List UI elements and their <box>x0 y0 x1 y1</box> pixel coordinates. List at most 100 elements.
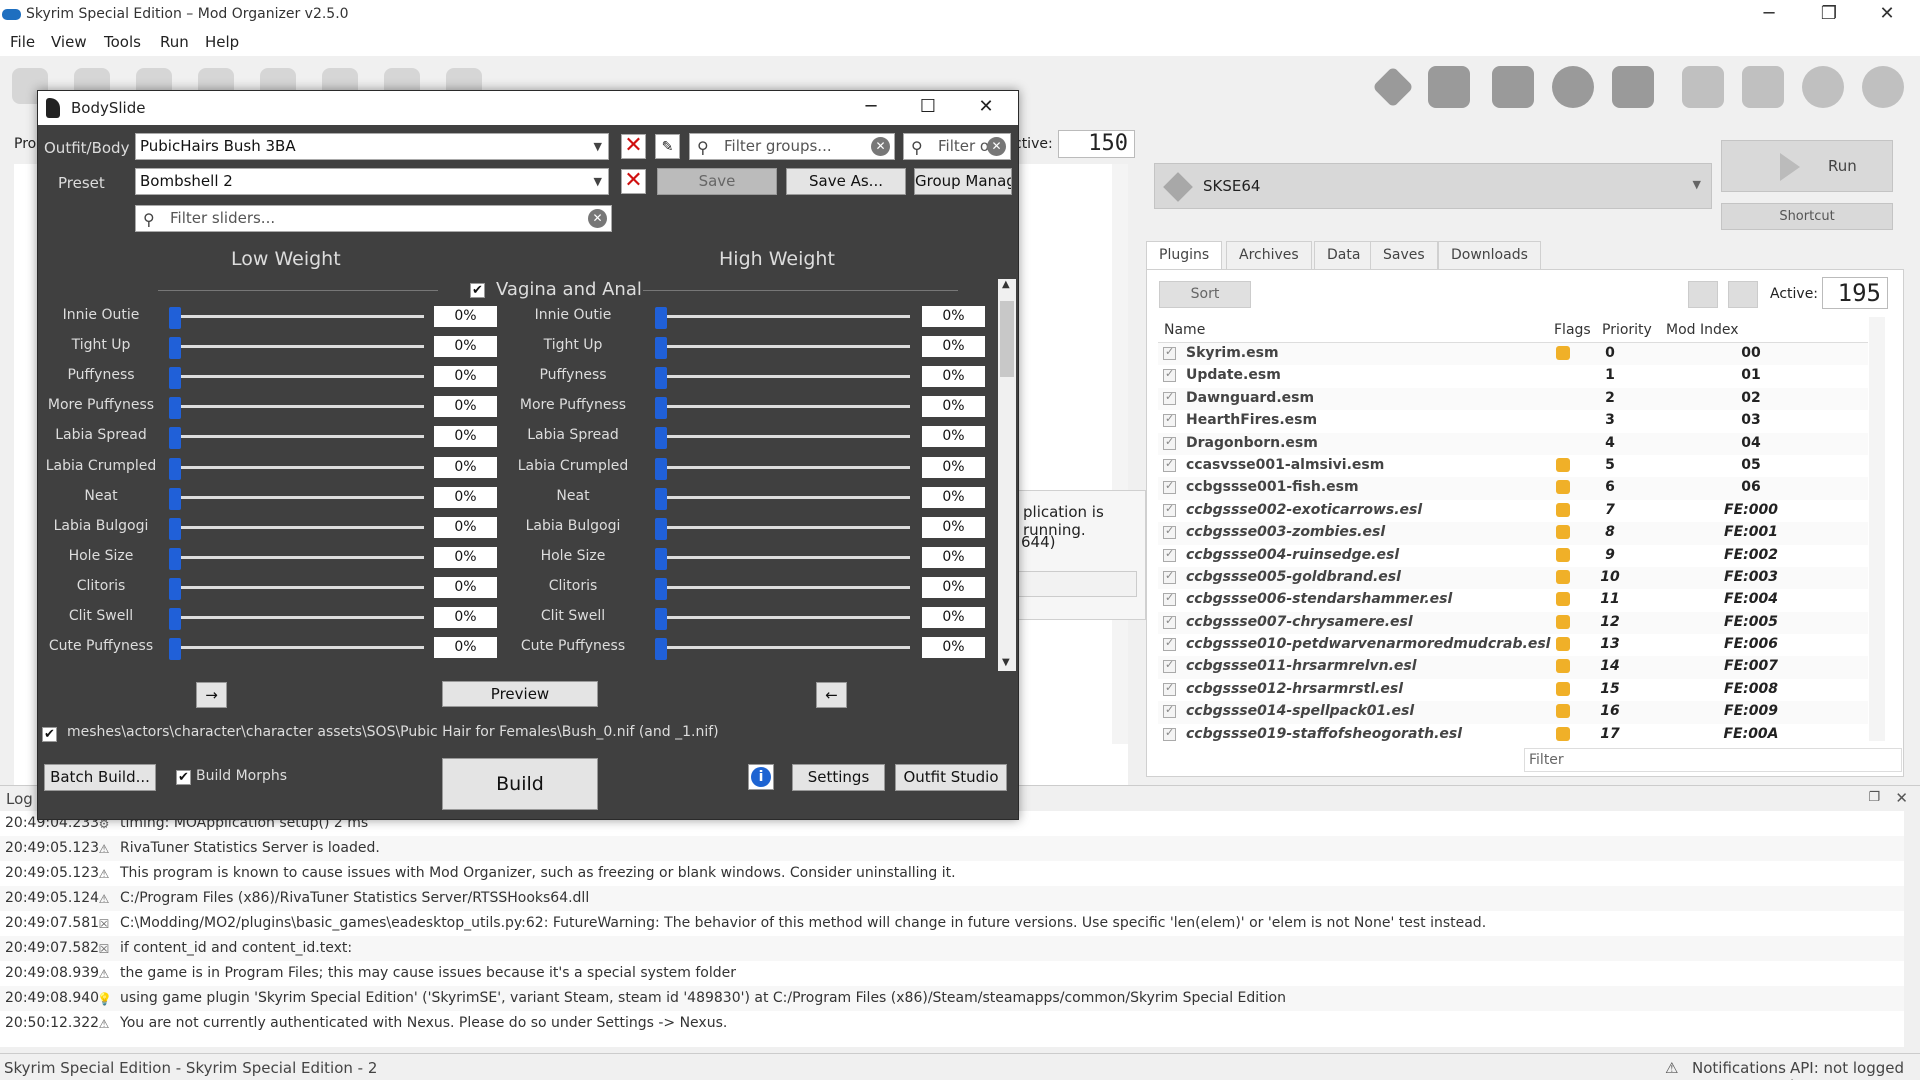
plugin-row[interactable]: ccbgssse011-hrsarmrelvn.esl 14 FE:007 <box>1158 656 1868 679</box>
low-slider-track[interactable] <box>174 405 424 409</box>
chevron-down-icon[interactable]: ▼ <box>1002 657 1010 668</box>
info-icon[interactable]: i <box>748 764 774 790</box>
plugin-checkbox[interactable] <box>1163 367 1176 383</box>
low-slider-thumb[interactable] <box>169 608 181 630</box>
high-slider-track[interactable] <box>660 435 910 439</box>
high-slider-track[interactable] <box>660 525 910 529</box>
high-slider-track[interactable] <box>660 405 910 409</box>
col-priority[interactable]: Priority <box>1602 322 1652 338</box>
high-slider-track[interactable] <box>660 345 910 349</box>
tab-data[interactable]: Data <box>1314 241 1374 269</box>
filter-groups-input[interactable]: ⚲ Filter groups... ✕ <box>689 133 895 160</box>
tab-plugins[interactable]: Plugins <box>1146 241 1223 269</box>
float-icon[interactable]: ❐ <box>1868 790 1880 805</box>
low-value-input[interactable]: 0% <box>434 546 497 568</box>
high-slider-thumb[interactable] <box>655 547 667 570</box>
bs-maximize-icon[interactable]: ☐ <box>898 91 958 125</box>
low-slider-track[interactable] <box>174 646 424 650</box>
menu-help[interactable]: Help <box>205 33 239 51</box>
col-name[interactable]: Name <box>1164 322 1205 338</box>
plugin-checkbox[interactable] <box>1163 390 1176 405</box>
low-slider-track[interactable] <box>174 585 424 589</box>
preview-button[interactable]: Preview <box>442 681 598 707</box>
low-slider-track[interactable] <box>174 616 424 619</box>
low-slider-thumb[interactable] <box>169 367 181 390</box>
low-value-input[interactable]: 0% <box>434 637 497 659</box>
minimize-icon[interactable]: ─ <box>1746 0 1792 30</box>
high-value-input[interactable]: 0% <box>922 456 985 478</box>
settings-button[interactable]: Settings <box>792 764 885 791</box>
plugin-checkbox[interactable] <box>1163 658 1176 674</box>
low-value-input[interactable]: 0% <box>434 516 497 538</box>
plugin-checkbox[interactable] <box>1163 636 1176 652</box>
high-value-input[interactable]: 0% <box>922 516 985 538</box>
high-slider-thumb[interactable] <box>655 517 667 540</box>
copy-left-button[interactable]: ← <box>816 682 847 708</box>
restore-icon[interactable]: ❐ <box>1806 0 1852 30</box>
high-slider-track[interactable] <box>660 616 910 619</box>
status-notifications[interactable]: Notifications <box>1692 1059 1786 1077</box>
plugin-checkbox[interactable] <box>1163 435 1176 450</box>
plugin-row[interactable]: ccbgssse002-exoticarrows.esl 7 FE:000 <box>1158 500 1868 522</box>
low-slider-track[interactable] <box>174 465 424 469</box>
menu-file[interactable]: File <box>10 33 35 51</box>
low-slider-track[interactable] <box>174 525 424 529</box>
high-slider-track[interactable] <box>660 465 910 469</box>
close-icon[interactable]: ✕ <box>1864 0 1910 30</box>
tab-saves[interactable]: Saves <box>1370 241 1438 269</box>
outfit-select[interactable]: PubicHairs Bush 3BA ▼ <box>135 133 609 160</box>
high-slider-track[interactable] <box>660 315 910 318</box>
plugin-row[interactable]: Skyrim.esm000 <box>1158 343 1868 366</box>
plugin-checkbox[interactable] <box>1163 457 1176 472</box>
plugin-row[interactable]: ccbgssse001-fish.esm 6 06 <box>1158 477 1868 500</box>
close-log-icon[interactable]: ✕ <box>1895 789 1908 807</box>
plugin-row[interactable]: Update.esm 1 01 <box>1158 365 1868 387</box>
low-slider-track[interactable] <box>174 435 424 439</box>
copy-right-button[interactable]: → <box>196 682 227 708</box>
fnis-icon[interactable] <box>1428 66 1470 108</box>
delete-preset-icon[interactable]: ✕ <box>621 169 646 194</box>
log-row[interactable]: 20:49:07.581 ☒ C:\Modding/MO2/plugins\basi… <box>0 911 1904 936</box>
log-row[interactable]: 20:49:05.124 ⚠ C:/Program Files (x86)/Riva… <box>0 886 1904 911</box>
plugin-checkbox[interactable] <box>1163 569 1176 584</box>
low-value-input[interactable]: 0% <box>434 486 497 508</box>
scrollbar-thumb[interactable] <box>1000 301 1014 377</box>
low-slider-thumb[interactable] <box>169 547 181 570</box>
high-slider-thumb[interactable] <box>655 337 667 360</box>
loot-icon[interactable] <box>1552 66 1594 108</box>
log-row[interactable]: 20:49:08.939 ⚠ the game is in Program File… <box>0 961 1904 986</box>
sort-button[interactable]: Sort <box>1159 281 1251 308</box>
log-row[interactable]: 20:50:12.322 ⚠ You are not currently authe… <box>0 1011 1904 1036</box>
high-slider-thumb[interactable] <box>655 307 667 329</box>
shortcut-button[interactable]: Shortcut <box>1721 203 1893 230</box>
run-button[interactable]: Run <box>1721 140 1893 192</box>
mod-list-scrollbar[interactable] <box>1112 164 1128 744</box>
plugin-checkbox[interactable] <box>1163 703 1176 719</box>
plugin-row[interactable]: HearthFires.esm 3 03 <box>1158 410 1868 432</box>
low-slider-track[interactable] <box>174 375 424 379</box>
chevron-up-icon[interactable]: ▲ <box>1002 279 1010 290</box>
notification-warning-icon[interactable]: ⚠ <box>1665 1059 1678 1077</box>
plugin-checkbox[interactable] <box>1163 726 1176 741</box>
build-button[interactable]: Build <box>442 758 598 810</box>
clear-icon[interactable]: ✕ <box>871 137 890 156</box>
log-row[interactable]: 20:49:05.123 ⚠ This program is known to ca… <box>0 861 1904 886</box>
high-value-input[interactable]: 0% <box>922 576 985 598</box>
high-slider-track[interactable] <box>660 555 910 559</box>
plugin-row[interactable]: ccbgssse014-spellpack01.esl 16 FE:009 <box>1158 701 1868 724</box>
high-value-input[interactable]: 0% <box>922 396 985 418</box>
low-value-input[interactable]: 0% <box>434 336 497 358</box>
low-value-input[interactable]: 0% <box>434 576 497 598</box>
clear-icon[interactable]: ✕ <box>588 209 607 228</box>
plugin-checkbox[interactable] <box>1163 547 1176 562</box>
save-backup-icon[interactable] <box>1728 281 1758 308</box>
high-slider-track[interactable] <box>660 585 910 589</box>
plugin-checkbox[interactable] <box>1163 502 1176 517</box>
high-value-input[interactable]: 0% <box>922 607 985 628</box>
plugin-filter-input[interactable]: Filter <box>1524 748 1902 772</box>
high-value-input[interactable]: 0% <box>922 546 985 568</box>
help-icon[interactable] <box>1862 66 1904 108</box>
ini-editor-icon[interactable] <box>1492 66 1534 108</box>
low-slider-track[interactable] <box>174 345 424 349</box>
plugin-row[interactable]: ccbgssse019-staffofsheogorath.esl 17 FE:00… <box>1158 724 1868 741</box>
